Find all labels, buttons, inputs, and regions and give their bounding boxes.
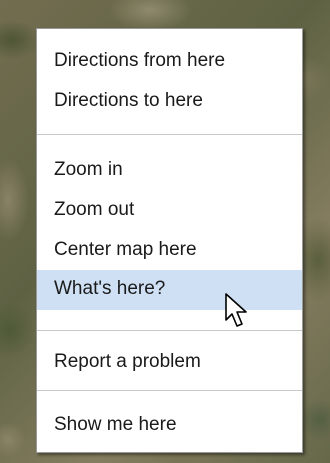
menu-item-whats-here[interactable]: What's here? — [37, 270, 302, 310]
menu-item-zoom-in[interactable]: Zoom in — [37, 152, 302, 188]
menu-separator — [37, 330, 302, 331]
menu-separator — [37, 390, 302, 391]
menu-item-directions-to-here[interactable]: Directions to here — [37, 83, 302, 119]
menu-item-zoom-out[interactable]: Zoom out — [37, 192, 302, 228]
mouse-pointer-icon — [225, 293, 247, 327]
menu-item-directions-from-here[interactable]: Directions from here — [37, 43, 302, 79]
map-context-menu: Directions from here Directions to here … — [36, 28, 303, 453]
menu-item-report-a-problem[interactable]: Report a problem — [37, 344, 302, 380]
menu-item-show-me-here[interactable]: Show me here — [37, 407, 302, 443]
menu-item-center-map-here[interactable]: Center map here — [37, 232, 302, 268]
menu-separator — [37, 134, 302, 135]
